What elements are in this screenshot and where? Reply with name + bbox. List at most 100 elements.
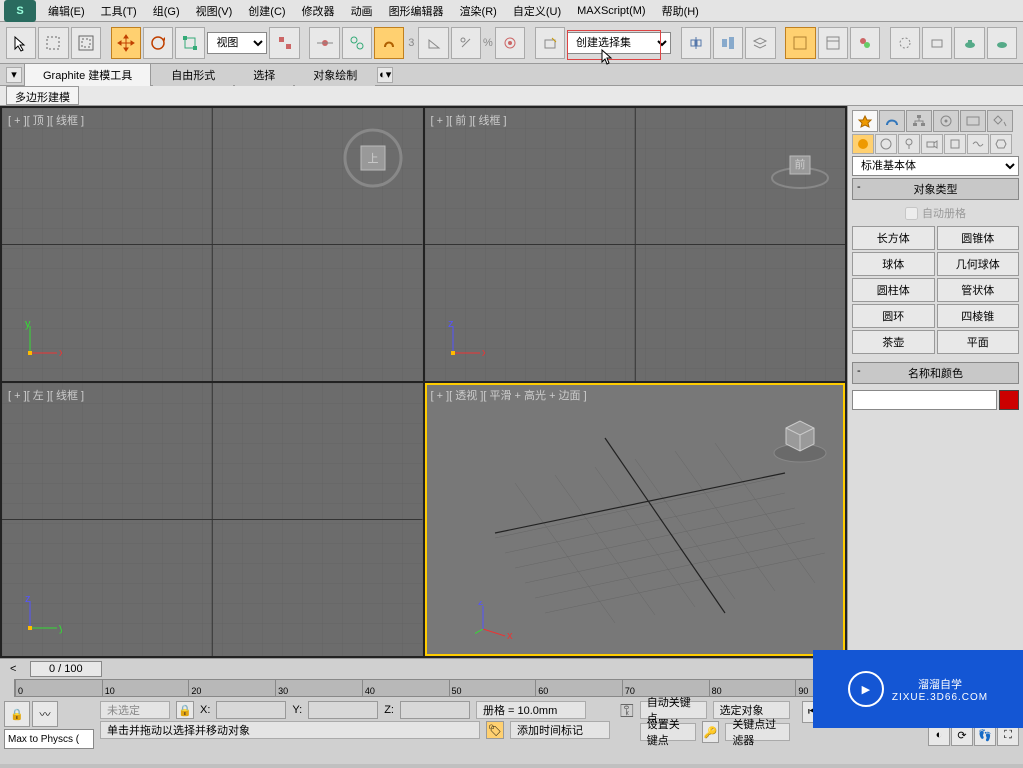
- setkey-button[interactable]: 设置关键点: [640, 723, 696, 741]
- lights-subtab-icon[interactable]: [898, 134, 920, 154]
- motion-tab-icon[interactable]: [933, 110, 959, 132]
- spacewarps-subtab-icon[interactable]: [967, 134, 989, 154]
- viewcube-persp[interactable]: [770, 408, 830, 468]
- torus-button[interactable]: 圆环: [852, 304, 935, 328]
- material-editor-icon[interactable]: [850, 27, 880, 59]
- hierarchy-tab-icon[interactable]: [906, 110, 932, 132]
- menu-maxscript[interactable]: MAXScript(M): [569, 2, 653, 20]
- object-color-swatch[interactable]: [999, 390, 1019, 410]
- shapes-subtab-icon[interactable]: [875, 134, 897, 154]
- menu-render[interactable]: 渲染(R): [452, 0, 505, 22]
- viewcube-front[interactable]: 前: [770, 138, 830, 198]
- mini-lock-icon[interactable]: 🔒: [4, 701, 30, 727]
- create-tab-icon[interactable]: [852, 110, 878, 132]
- viewcube-top[interactable]: 上: [343, 128, 403, 188]
- menu-graph[interactable]: 图形编辑器: [381, 0, 452, 22]
- maxscript-listener[interactable]: [4, 729, 94, 749]
- menu-group[interactable]: 组(G): [145, 0, 188, 22]
- render-setup-icon[interactable]: [890, 27, 920, 59]
- move-tool-icon[interactable]: [111, 27, 141, 59]
- viewport-left[interactable]: [ + ][ 左 ][ 线框 ] yz: [2, 383, 423, 656]
- tab-selection[interactable]: 选择: [235, 64, 293, 86]
- ribbon-dd-icon[interactable]: ◐▾: [377, 67, 393, 83]
- reference-coord-dropdown[interactable]: 视图: [207, 32, 267, 54]
- percent-snap-icon[interactable]: [451, 27, 481, 59]
- cameras-subtab-icon[interactable]: [921, 134, 943, 154]
- layers-icon[interactable]: [745, 27, 775, 59]
- menu-create[interactable]: 创建(C): [240, 0, 293, 22]
- lock-selection-icon[interactable]: 🔒: [176, 701, 194, 719]
- objtype-rollout[interactable]: -对象类型: [852, 178, 1019, 200]
- category-dropdown[interactable]: 标准基本体: [852, 156, 1019, 176]
- box-button[interactable]: 长方体: [852, 226, 935, 250]
- select-region-icon[interactable]: [38, 27, 68, 59]
- systems-subtab-icon[interactable]: [990, 134, 1012, 154]
- tab-freeform[interactable]: 自由形式: [153, 64, 233, 86]
- rotate-tool-icon[interactable]: [143, 27, 173, 59]
- add-time-tag[interactable]: 添加时间标记: [510, 721, 610, 739]
- display-tab-icon[interactable]: [960, 110, 986, 132]
- coord-x-input[interactable]: [216, 701, 286, 719]
- edit-selection-set-icon[interactable]: [535, 27, 565, 59]
- coord-y-input[interactable]: [308, 701, 378, 719]
- mirror-icon[interactable]: [681, 27, 711, 59]
- ribbon-subtabs: 多边形建模: [0, 86, 1023, 106]
- namecolor-rollout[interactable]: -名称和颜色: [852, 362, 1019, 384]
- app-icon[interactable]: S: [4, 0, 36, 22]
- modify-tab-icon[interactable]: [879, 110, 905, 132]
- viewport-front[interactable]: [ + ][ 前 ][ 线框 ] 前 xz: [425, 108, 846, 381]
- viewport-top[interactable]: [ + ][ 顶 ][ 线框 ] 上 xy: [2, 108, 423, 381]
- select-manipulate-icon[interactable]: [309, 27, 339, 59]
- menu-edit[interactable]: 编辑(E): [40, 0, 93, 22]
- scale-tool-icon[interactable]: [175, 27, 205, 59]
- helpers-subtab-icon[interactable]: [944, 134, 966, 154]
- menu-modifiers[interactable]: 修改器: [294, 0, 343, 22]
- snap-3d-label: 3: [408, 37, 414, 49]
- utilities-tab-icon[interactable]: [987, 110, 1013, 132]
- keyboard-shortcut-icon[interactable]: [342, 27, 372, 59]
- align-icon[interactable]: [713, 27, 743, 59]
- plane-button[interactable]: 平面: [937, 330, 1020, 354]
- geometry-subtab-icon[interactable]: [852, 134, 874, 154]
- cylinder-button[interactable]: 圆柱体: [852, 278, 935, 302]
- tube-button[interactable]: 管状体: [937, 278, 1020, 302]
- tab-objpaint[interactable]: 对象绘制: [295, 64, 375, 86]
- select-object-icon[interactable]: [6, 27, 36, 59]
- curve-editor-icon[interactable]: [785, 27, 815, 59]
- pivot-center-icon[interactable]: [269, 27, 299, 59]
- subtab-polymodel[interactable]: 多边形建模: [6, 86, 79, 105]
- geosphere-button[interactable]: 几何球体: [937, 252, 1020, 276]
- cone-button[interactable]: 圆锥体: [937, 226, 1020, 250]
- selection-set-dropdown[interactable]: 创建选择集: [567, 32, 671, 54]
- tab-graphite[interactable]: Graphite 建模工具: [24, 63, 151, 86]
- time-tag-icon[interactable]: 🏷: [486, 721, 504, 739]
- menu-customize[interactable]: 自定义(U): [505, 0, 569, 22]
- time-ruler[interactable]: 0 10 20 30 40 50 60 70 80 90 100: [14, 679, 903, 697]
- object-name-input[interactable]: [852, 390, 997, 410]
- menu-animation[interactable]: 动画: [343, 0, 381, 22]
- schematic-view-icon[interactable]: [818, 27, 848, 59]
- pyramid-button[interactable]: 四棱锥: [937, 304, 1020, 328]
- menu-help[interactable]: 帮助(H): [654, 0, 707, 22]
- main-toolbar: 视图 3 % 创建选择集: [0, 22, 1023, 64]
- keyfilter-button[interactable]: 关键点过滤器: [725, 723, 790, 741]
- coord-z-input[interactable]: [400, 701, 470, 719]
- teapot-render-icon[interactable]: [954, 27, 984, 59]
- teapot-quick-icon[interactable]: [987, 27, 1017, 59]
- ribbon-tabs: ▾ Graphite 建模工具 自由形式 选择 对象绘制 ◐▾: [0, 64, 1023, 86]
- setkey-key-icon[interactable]: 🔑: [702, 721, 719, 743]
- time-slider-handle[interactable]: 0 / 100: [30, 661, 102, 677]
- render-frame-icon[interactable]: [922, 27, 952, 59]
- spinner-snap-icon[interactable]: [495, 27, 525, 59]
- menu-tools[interactable]: 工具(T): [93, 0, 145, 22]
- teapot-button[interactable]: 茶壶: [852, 330, 935, 354]
- viewport-perspective[interactable]: [ + ][ 透视 ][ 平滑 + 高光 + 边面 ] xyz: [425, 383, 846, 656]
- angle-snap-icon[interactable]: [418, 27, 448, 59]
- autogrid-check[interactable]: 自动册格: [852, 202, 1019, 224]
- snap-toggle-icon[interactable]: [374, 27, 404, 59]
- sphere-button[interactable]: 球体: [852, 252, 935, 276]
- ribbon-toggle-icon[interactable]: ▾: [6, 67, 22, 83]
- mini-curve-icon[interactable]: 〰: [32, 701, 58, 727]
- select-window-icon[interactable]: [71, 27, 101, 59]
- menu-views[interactable]: 视图(V): [188, 0, 241, 22]
